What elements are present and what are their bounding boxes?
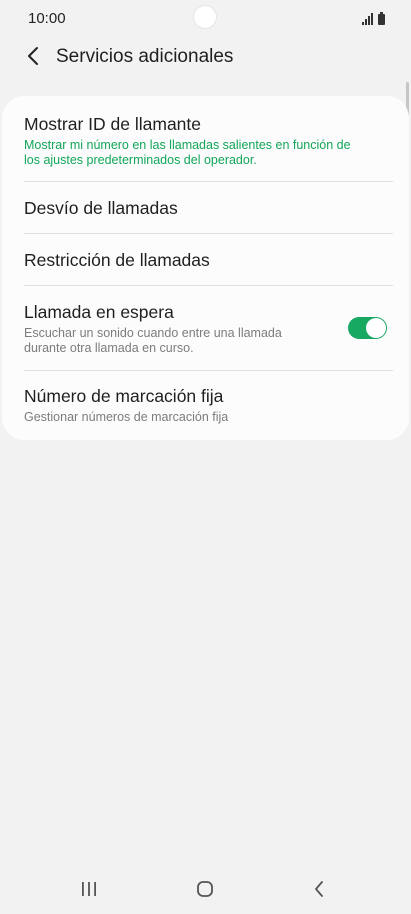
back-icon[interactable] <box>304 878 334 900</box>
setting-call-forwarding[interactable]: Desvío de llamadas <box>24 197 365 219</box>
setting-title: Llamada en espera <box>24 302 174 322</box>
chevron-left-icon[interactable] <box>22 44 46 68</box>
setting-title: Mostrar ID de llamante <box>24 114 202 134</box>
divider <box>24 285 393 286</box>
setting-call-waiting[interactable]: Llamada en espera Escuchar un sonido cua… <box>24 301 324 356</box>
battery-icon <box>378 12 385 25</box>
setting-caller-id[interactable]: Mostrar ID de llamante Mostrar mi número… <box>24 113 365 168</box>
page-title: Servicios adicionales <box>56 46 234 67</box>
app-header: Servicios adicionales <box>0 38 411 78</box>
call-waiting-toggle[interactable] <box>348 317 387 339</box>
setting-title: Número de marcación fija <box>24 386 224 406</box>
setting-description: Mostrar mi número en las llamadas salien… <box>24 138 351 167</box>
navigation-bar <box>0 870 411 910</box>
recent-apps-icon[interactable] <box>74 878 104 900</box>
setting-description: Escuchar un sonido cuando entre una llam… <box>24 326 282 355</box>
divider <box>24 370 393 371</box>
setting-title: Restricción de llamadas <box>24 250 210 270</box>
status-bar: 10:00 <box>0 0 411 36</box>
camera-cutout <box>194 6 216 28</box>
setting-description: Gestionar números de marcación fija <box>24 410 229 424</box>
divider <box>24 181 393 182</box>
signal-icon <box>362 13 373 25</box>
setting-title: Desvío de llamadas <box>24 198 178 218</box>
settings-card: Mostrar ID de llamante Mostrar mi número… <box>2 96 409 440</box>
status-icons <box>362 11 385 25</box>
home-icon[interactable] <box>190 878 220 900</box>
setting-fixed-dialing[interactable]: Número de marcación fija Gestionar númer… <box>24 385 365 425</box>
divider <box>24 233 393 234</box>
toggle-knob <box>366 318 386 338</box>
setting-call-barring[interactable]: Restricción de llamadas <box>24 249 365 271</box>
status-time: 10:00 <box>28 10 66 27</box>
